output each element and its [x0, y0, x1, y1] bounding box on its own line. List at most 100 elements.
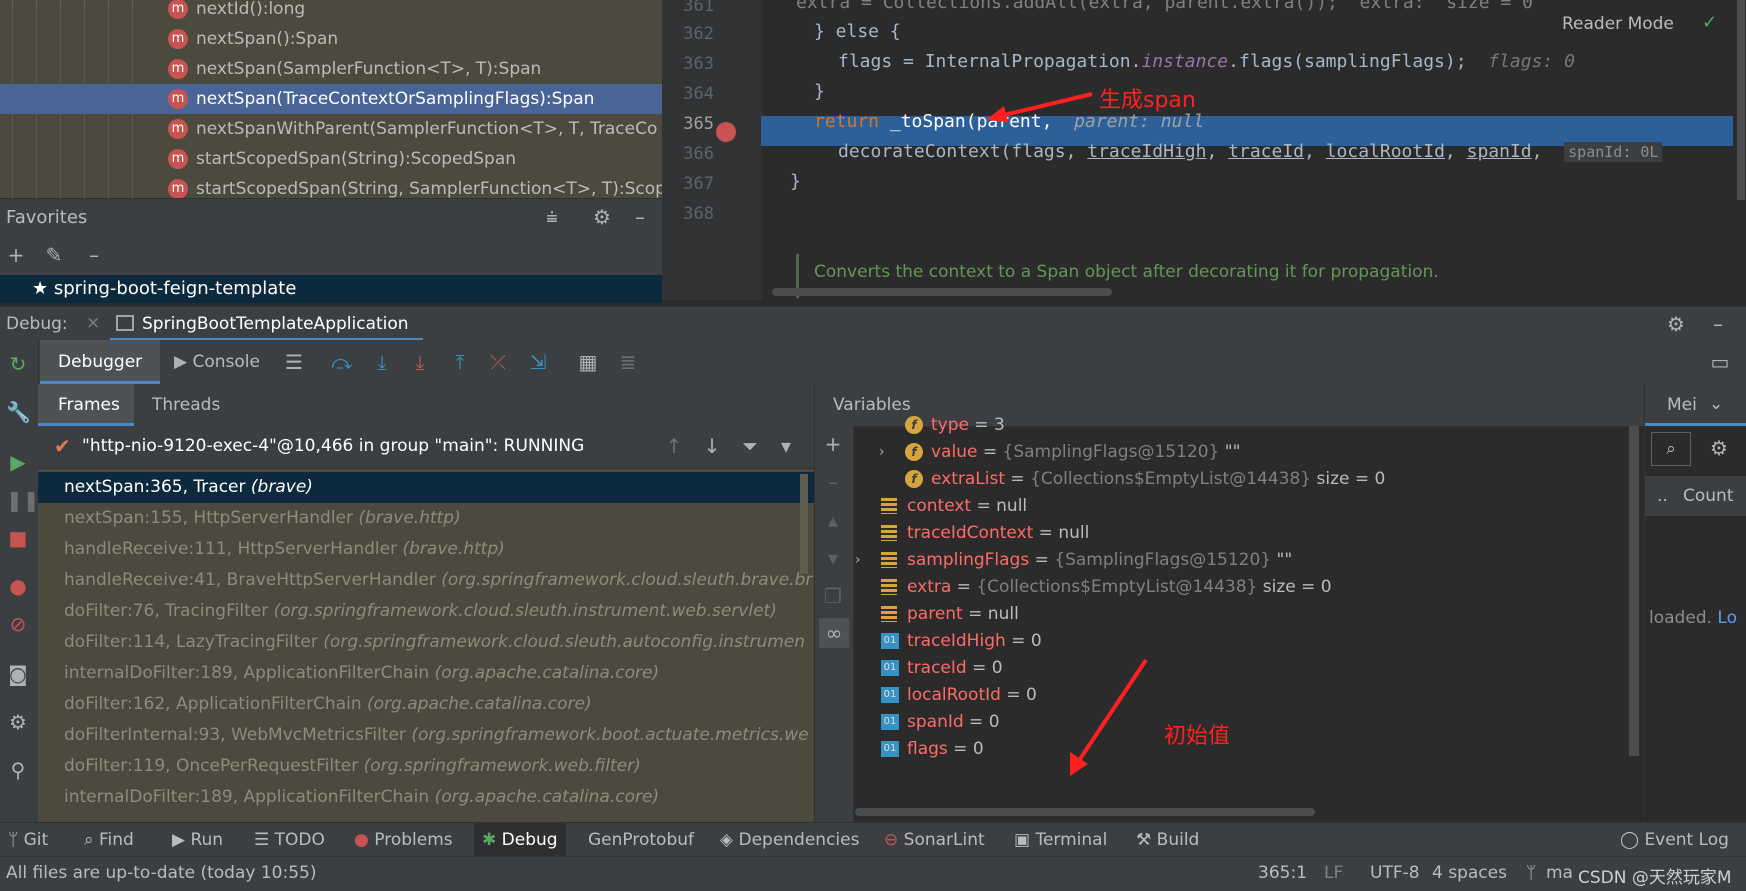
thread-selector[interactable]: ✔ "http-nio-9120-exec-4"@10,466 in group…	[38, 426, 814, 469]
chevron-down-icon[interactable]: ⌄	[1709, 394, 1723, 414]
stack-frame[interactable]: doFilter:119, OncePerRequestFilter (org.…	[38, 751, 814, 782]
frames-scrollbar[interactable]	[800, 474, 808, 574]
variables-hscrollbar[interactable]	[855, 808, 1315, 816]
edit-icon[interactable]: ✎	[42, 243, 66, 267]
variable-row[interactable]: › f value = {SamplingFlags@15120} ""	[879, 437, 1240, 467]
step-over-icon[interactable]: ⤼	[330, 350, 354, 374]
remove-watch-icon[interactable]: –	[821, 470, 845, 494]
expand-icon[interactable]: ›	[855, 545, 861, 575]
search-icon[interactable]: ⌕	[1651, 432, 1691, 466]
variable-row[interactable]: f type = 3	[905, 410, 1005, 440]
chevron-down-icon[interactable]: ▾	[774, 434, 798, 458]
stack-frame[interactable]: doFilter:114, LazyTracingFilter (org.spr…	[38, 627, 814, 658]
up-arrow-icon[interactable]: ↑	[662, 434, 686, 458]
trace-icon[interactable]: ≣	[616, 350, 640, 374]
tool-tab-sonarlint[interactable]: ⊖ SonarLint	[884, 823, 985, 857]
copy-icon[interactable]: ❐	[821, 584, 845, 608]
pause-icon[interactable]: ❚❚	[6, 488, 40, 512]
minimize-icon[interactable]: –	[1706, 312, 1730, 336]
collapse-icon[interactable]: ⩧	[540, 205, 564, 229]
variable-row[interactable]: 01 spanId = 0	[881, 707, 1000, 737]
threads-icon[interactable]: ☰	[282, 350, 306, 374]
tool-tab-find[interactable]: ⌕ Find	[84, 823, 134, 857]
variables-scrollbar[interactable]	[1629, 426, 1639, 756]
variable-row[interactable]: 01 traceIdHigh = 0	[881, 626, 1042, 656]
tab-debugger[interactable]: Debugger	[40, 340, 161, 384]
tool-tab-event-log[interactable]: ◯ Event Log	[1620, 823, 1729, 857]
reader-mode-button[interactable]: Reader Mode	[1562, 14, 1674, 34]
code-editor[interactable]: 361 extra = Collections.addAll(extra, pa…	[662, 0, 1746, 300]
move-up-icon[interactable]: ▴	[821, 508, 845, 532]
stack-frame[interactable]: handleReceive:41, BraveHttpServerHandler…	[38, 565, 814, 596]
structure-item[interactable]: m nextId():long	[0, 0, 662, 24]
structure-item[interactable]: m nextSpan(SamplerFunction<T>, T):Span	[0, 54, 662, 84]
tool-tab-terminal[interactable]: ▣ Terminal	[1014, 823, 1107, 857]
settings-icon[interactable]: 🔧	[6, 400, 31, 424]
force-step-into-icon[interactable]: ⤓	[408, 350, 432, 374]
variable-row[interactable]: f extraList = {Collections$EmptyList@1443…	[905, 464, 1385, 494]
tool-tab-debug[interactable]: ✱ Debug	[474, 823, 566, 857]
variable-row[interactable]: 01 localRootId = 0	[881, 680, 1037, 710]
view-breakpoints-icon[interactable]: ●	[6, 574, 30, 598]
memory-column-class[interactable]: ..	[1657, 486, 1668, 506]
step-out-icon[interactable]: ⤒	[448, 350, 472, 374]
down-arrow-icon[interactable]: ↓	[700, 434, 724, 458]
move-down-icon[interactable]: ▾	[821, 546, 845, 570]
variable-row[interactable]: 01 traceId = 0	[881, 653, 1003, 683]
tool-tab-build[interactable]: ⚒ Build	[1136, 823, 1199, 857]
structure-item[interactable]: m nextSpan():Span	[0, 24, 662, 54]
debug-session-tab[interactable]: SpringBootTemplateApplication	[110, 307, 423, 341]
stack-frame[interactable]: internalDoFilter:189, ApplicationFilterC…	[38, 782, 814, 813]
tool-tab-run[interactable]: ▶ Run	[172, 823, 223, 857]
filter-icon[interactable]: ⏷	[738, 434, 762, 458]
status-caret-position[interactable]: 365:1	[1258, 863, 1307, 883]
add-icon[interactable]: +	[4, 243, 28, 267]
expand-icon[interactable]: ›	[879, 437, 885, 467]
tool-tab-dependencies[interactable]: ◈ Dependencies	[720, 823, 859, 857]
tool-tab-genprotobuf[interactable]: GenProtobuf	[588, 823, 694, 857]
stack-frame[interactable]: internalDoFilter:189, ApplicationFilterC…	[38, 658, 814, 689]
breakpoint-icon[interactable]	[716, 122, 736, 142]
close-icon[interactable]: ×	[86, 313, 100, 333]
rerun-icon[interactable]: ↻	[6, 352, 30, 376]
status-indent[interactable]: 4 spaces	[1432, 863, 1507, 883]
gear-icon[interactable]: ⚙	[6, 710, 30, 734]
variable-row[interactable]: parent = null	[881, 599, 1019, 629]
step-into-icon[interactable]: ⤓	[370, 350, 394, 374]
stack-frame[interactable]: doFilter:162, ApplicationFilterChain (or…	[38, 689, 814, 720]
variable-row[interactable]: traceIdContext = null	[881, 518, 1089, 548]
drop-frame-icon[interactable]: ⤫	[486, 350, 510, 374]
tab-threads[interactable]: Threads	[152, 395, 220, 415]
pin-icon[interactable]: ⚲	[6, 758, 30, 782]
variable-row[interactable]: 01 flags = 0	[881, 734, 984, 764]
stack-frame[interactable]: doFilterInternal:93, WebMvcMetricsFilter…	[38, 720, 814, 751]
glasses-icon[interactable]: ∞	[819, 618, 849, 648]
add-watch-icon[interactable]: +	[821, 432, 845, 456]
stack-frame-selected[interactable]: nextSpan:365, Tracer (brave)	[38, 472, 814, 503]
stack-frame[interactable]: handleReceive:111, HttpServerHandler (br…	[38, 534, 814, 565]
favorites-item[interactable]: ★ spring-boot-feign-template	[0, 275, 662, 303]
tool-tab-todo[interactable]: ☰ TODO	[254, 823, 325, 857]
variable-row[interactable]: › samplingFlags = {SamplingFlags@15120} "…	[855, 545, 1292, 575]
memory-column-count[interactable]: Count	[1683, 486, 1734, 506]
stack-frame[interactable]: nextSpan:155, HttpServerHandler (brave.h…	[38, 503, 814, 534]
resume-icon[interactable]: ▶	[6, 450, 30, 474]
structure-item-selected[interactable]: m nextSpan(TraceContextOrSamplingFlags):S…	[0, 84, 662, 114]
run-to-cursor-icon[interactable]: ⇲	[526, 350, 550, 374]
gear-icon[interactable]: ⚙	[1664, 312, 1688, 336]
variable-row[interactable]: context = null	[881, 491, 1027, 521]
status-line-separator[interactable]: LF	[1324, 863, 1343, 883]
evaluate-icon[interactable]: ▦	[576, 350, 600, 374]
horizontal-scrollbar[interactable]	[772, 288, 1112, 296]
stop-icon[interactable]: ■	[6, 526, 30, 550]
tab-memory[interactable]: Mei ⌄	[1645, 384, 1746, 426]
tab-console[interactable]: ▶ Console	[166, 340, 268, 384]
gear-icon[interactable]: ⚙	[1707, 436, 1731, 460]
mute-breakpoints-icon[interactable]: ⊘	[6, 612, 30, 636]
remove-icon[interactable]: –	[82, 243, 106, 267]
tool-tab-problems[interactable]: ● Problems	[354, 823, 453, 857]
memory-load-link[interactable]: Lo	[1717, 608, 1737, 628]
layout-icon[interactable]: ▭	[1708, 350, 1732, 374]
structure-item[interactable]: m startScopedSpan(String):ScopedSpan	[0, 144, 662, 174]
stack-frame[interactable]: doFilter:76, TracingFilter (org.springfr…	[38, 596, 814, 627]
